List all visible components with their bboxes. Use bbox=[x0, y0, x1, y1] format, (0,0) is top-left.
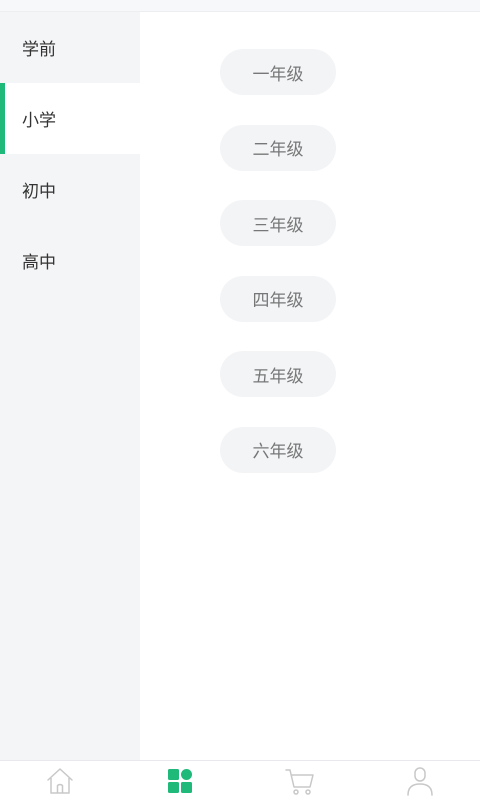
grade-list: 一年级 二年级 三年级 四年级 五年级 六年级 bbox=[220, 49, 336, 503]
status-bar bbox=[0, 0, 480, 12]
user-icon bbox=[407, 766, 433, 796]
grade-button-4[interactable]: 四年级 bbox=[220, 275, 336, 322]
sidebar-item-senior-high[interactable]: 高中 bbox=[0, 225, 140, 296]
sidebar-item-preschool[interactable]: 学前 bbox=[0, 12, 140, 83]
cart-icon bbox=[285, 768, 314, 795]
grade-button-3[interactable]: 三年级 bbox=[220, 200, 336, 247]
sidebar-item-junior-high[interactable]: 初中 bbox=[0, 154, 140, 225]
tab-profile[interactable] bbox=[360, 761, 480, 800]
sidebar-item-label: 高中 bbox=[22, 253, 56, 273]
grade-content-panel: 一年级 二年级 三年级 四年级 五年级 六年级 bbox=[140, 12, 480, 760]
grade-button-6[interactable]: 六年级 bbox=[220, 426, 336, 473]
tab-cart[interactable] bbox=[240, 761, 360, 800]
grade-button-1[interactable]: 一年级 bbox=[220, 49, 336, 95]
tab-home[interactable] bbox=[0, 761, 120, 800]
bottom-tab-bar bbox=[0, 760, 480, 800]
sidebar-item-label: 小学 bbox=[22, 111, 56, 131]
category-icon bbox=[168, 768, 192, 793]
sidebar-item-primary[interactable]: 小学 bbox=[0, 83, 140, 154]
grade-button-2[interactable]: 二年级 bbox=[220, 124, 336, 171]
sidebar-item-label: 初中 bbox=[22, 182, 56, 202]
sidebar-item-label: 学前 bbox=[22, 40, 56, 60]
grade-button-5[interactable]: 五年级 bbox=[220, 351, 336, 398]
home-icon bbox=[47, 767, 73, 794]
category-sidebar: 学前 小学 初中 高中 bbox=[0, 12, 140, 760]
tab-category[interactable] bbox=[120, 761, 240, 800]
